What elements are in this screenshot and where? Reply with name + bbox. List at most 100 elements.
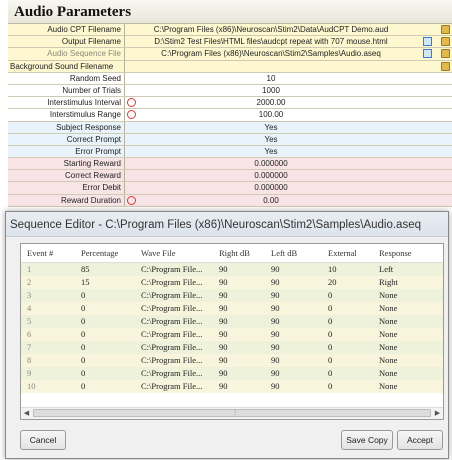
table-cell[interactable]: 0 [81,289,131,302]
column-header[interactable]: Wave File [141,244,213,262]
scroll-right-arrow-icon[interactable]: ▶ [432,408,443,419]
param-value[interactable]: C:\Program Files (x86)\Neuroscan\Stim2\D… [126,24,416,35]
param-value[interactable]: 1000 [126,85,416,96]
table-row[interactable]: 4 0 C:\Program File... 90 90 0 None [21,302,443,315]
table-cell[interactable]: 7 [27,341,67,354]
table-cell[interactable]: 90 [219,263,259,276]
table-row[interactable]: 9 0 C:\Program File... 90 90 0 None [21,367,443,380]
param-value[interactable]: 0.000000 [126,158,416,169]
table-cell[interactable]: 0 [81,367,131,380]
table-cell[interactable]: 0 [328,315,374,328]
table-cell[interactable]: C:\Program File... [141,367,213,380]
table-cell[interactable]: C:\Program File... [141,302,213,315]
table-cell[interactable]: Right [379,276,439,289]
table-cell[interactable]: None [379,328,439,341]
table-cell[interactable]: 0 [81,328,131,341]
table-cell[interactable]: 90 [219,276,259,289]
table-cell[interactable]: None [379,315,439,328]
param-value[interactable]: Yes [126,134,416,145]
table-cell[interactable]: 90 [219,380,259,393]
table-cell[interactable]: C:\Program File... [141,289,213,302]
table-cell[interactable]: 2 [27,276,67,289]
table-cell[interactable]: 5 [27,315,67,328]
table-cell[interactable]: 90 [219,354,259,367]
param-value[interactable]: 100.00 [126,109,416,120]
table-cell[interactable]: 0 [328,380,374,393]
table-cell[interactable]: 90 [271,328,311,341]
accept-button[interactable]: Accept [397,430,443,450]
table-row[interactable]: 2 15 C:\Program File... 90 90 20 Right [21,276,443,289]
param-value[interactable]: 0.00 [126,195,416,206]
folder-icon[interactable] [441,25,450,34]
column-header[interactable]: Right dB [219,244,259,262]
table-cell[interactable]: Left [379,263,439,276]
table-cell[interactable]: 0 [81,380,131,393]
table-cell[interactable]: C:\Program File... [141,328,213,341]
table-row[interactable]: 7 0 C:\Program File... 90 90 0 None [21,341,443,354]
table-cell[interactable]: None [379,354,439,367]
folder-icon[interactable] [441,61,450,71]
table-cell[interactable]: 8 [27,354,67,367]
table-cell[interactable]: 90 [219,341,259,354]
table-cell[interactable]: 90 [271,341,311,354]
column-header[interactable]: Response [379,244,439,262]
table-cell[interactable]: None [379,289,439,302]
param-value[interactable]: C:\Program Files (x86)\Neuroscan\Stim2\S… [126,48,416,59]
table-cell[interactable]: 90 [219,315,259,328]
horizontal-scrollbar[interactable]: ◀ ⋮ ▶ [21,407,443,419]
column-header[interactable]: Event # [27,244,67,262]
table-cell[interactable]: 0 [81,341,131,354]
table-cell[interactable]: 90 [219,328,259,341]
table-cell[interactable]: 90 [271,302,311,315]
table-cell[interactable]: None [379,380,439,393]
table-cell[interactable]: 0 [328,367,374,380]
table-cell[interactable]: 90 [271,276,311,289]
cancel-button[interactable]: Cancel [20,430,66,450]
column-header[interactable]: Percentage [81,244,131,262]
table-cell[interactable]: 10 [328,263,374,276]
table-row[interactable]: 10 0 C:\Program File... 90 90 0 None [21,380,443,393]
table-cell[interactable]: 0 [328,354,374,367]
table-cell[interactable]: None [379,341,439,354]
table-cell[interactable]: 4 [27,302,67,315]
table-cell[interactable]: 15 [81,276,131,289]
table-cell[interactable]: 10 [27,380,67,393]
folder-icon[interactable] [441,37,450,47]
table-cell[interactable]: 90 [271,380,311,393]
table-cell[interactable]: C:\Program File... [141,380,213,393]
table-cell[interactable]: 0 [81,354,131,367]
param-value[interactable]: Yes [126,122,416,133]
table-cell[interactable]: 9 [27,367,67,380]
table-cell[interactable]: 20 [328,276,374,289]
clock-icon[interactable] [127,195,136,205]
table-row[interactable]: 3 0 C:\Program File... 90 90 0 None [21,289,443,302]
table-cell[interactable]: 90 [271,367,311,380]
table-cell[interactable]: 90 [271,289,311,302]
table-cell[interactable]: 90 [219,367,259,380]
table-row[interactable]: 6 0 C:\Program File... 90 90 0 None [21,328,443,341]
scroll-left-arrow-icon[interactable]: ◀ [21,408,32,419]
document-icon[interactable] [423,37,432,47]
table-row[interactable]: 1 85 C:\Program File... 90 90 10 Left [21,263,443,276]
column-header[interactable]: External [328,244,374,262]
table-cell[interactable]: 0 [328,341,374,354]
table-cell[interactable]: 6 [27,328,67,341]
param-value[interactable]: 2000.00 [126,97,416,108]
save-copy-button[interactable]: Save Copy [341,430,393,450]
table-cell[interactable]: 90 [271,263,311,276]
table-cell[interactable]: None [379,302,439,315]
table-cell[interactable]: 0 [81,302,131,315]
table-cell[interactable]: 90 [219,302,259,315]
table-cell[interactable]: None [379,367,439,380]
folder-icon[interactable] [441,49,450,59]
table-cell[interactable]: 0 [328,289,374,302]
table-cell[interactable]: 1 [27,263,67,276]
param-value[interactable]: D:\Stim2 Test Files\HTML files\audcpt re… [126,36,416,47]
table-cell[interactable]: 0 [81,315,131,328]
scrollbar-thumb[interactable]: ⋮ [33,409,431,417]
param-value[interactable]: 0.000000 [126,182,416,193]
param-value[interactable]: Yes [126,146,416,157]
param-value[interactable]: 10 [126,73,416,84]
param-value[interactable] [126,61,416,72]
table-cell[interactable]: 0 [328,302,374,315]
